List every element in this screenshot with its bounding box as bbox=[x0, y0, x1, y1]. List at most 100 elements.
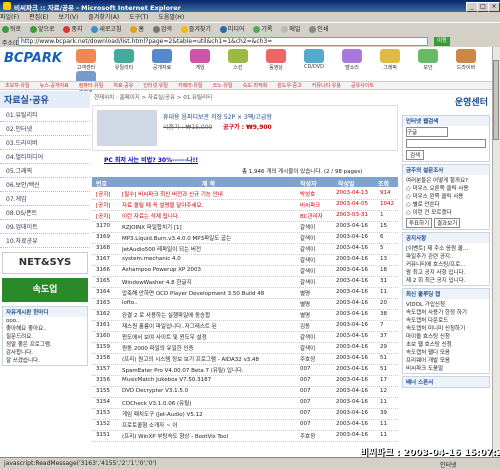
recommend-item[interactable]: VIDOL 가입신청 bbox=[406, 300, 486, 308]
notice-item[interactable]: [이벤트] 제 주소 응원 쿨... bbox=[406, 244, 486, 252]
search-input[interactable] bbox=[406, 139, 486, 148]
row-title[interactable]: MP3.Liquid.Burn.v3.4.0.0 MP3파일도 굽는 bbox=[122, 234, 294, 242]
row-title[interactable]: CDCheck V3.1.0.06 (유틸) bbox=[122, 399, 294, 407]
menu-file[interactable]: 파일(F) bbox=[0, 14, 19, 21]
result-button[interactable]: 결과보기 bbox=[434, 218, 461, 228]
nav-link[interactable]: 윈도우·중고 bbox=[277, 83, 302, 89]
row-title[interactable]: system.mechanic 4.0 bbox=[122, 256, 294, 262]
menu-help[interactable]: 도움말(H) bbox=[158, 14, 184, 21]
recommend-item[interactable]: 비씨파크 도움말 bbox=[406, 364, 486, 372]
left-menu-item[interactable]: 04.멀티미디어 bbox=[0, 150, 90, 164]
left-menu-item[interactable]: 03.드라이버 bbox=[0, 136, 90, 150]
menu-view[interactable]: 보기(V) bbox=[59, 14, 79, 21]
close-button[interactable]: × bbox=[488, 2, 500, 12]
left-menu-item[interactable]: 01.유틸리티 bbox=[0, 108, 90, 122]
free-board-item[interactable]: 감사합니다. bbox=[6, 348, 84, 356]
category-item[interactable]: 고객센터 bbox=[68, 49, 104, 71]
search-engine-select[interactable]: 구글 bbox=[406, 127, 448, 137]
row-title[interactable]: 원동 2000 파일의 유일한 인증 bbox=[122, 344, 294, 352]
poll-option[interactable]: ○ 마우스 오른쪽 클릭 사용 bbox=[406, 184, 486, 192]
row-title[interactable]: 압축해 안하면 OCD Player Development 3.50 Buil… bbox=[122, 289, 294, 297]
recommend-item[interactable]: 속도캡처 다운로드 bbox=[406, 316, 486, 324]
category-item[interactable]: 드라이버 bbox=[448, 49, 484, 71]
category-item[interactable]: CD/DVD bbox=[296, 49, 332, 70]
promo-link[interactable]: PC 최저 사는 비법? 30%------나!! bbox=[104, 155, 198, 164]
go-button[interactable]: 이동 bbox=[434, 37, 450, 46]
back-button[interactable]: 뒤로 bbox=[0, 25, 23, 34]
menu-tools[interactable]: 도구(T) bbox=[129, 14, 148, 21]
notice-item[interactable]: 파일추가 관련 공지.. bbox=[406, 252, 486, 260]
nav-link[interactable]: 공유사이트 bbox=[351, 83, 374, 89]
row-title[interactable]: SpamEater Pro V4.00.07 Beta 7 (유틸) 입니다. bbox=[122, 366, 294, 374]
free-board-item[interactable]: 정말 좋은 프로그램. bbox=[6, 340, 84, 348]
address-input[interactable]: http://www.bcpark.net/download/list.html… bbox=[18, 37, 428, 46]
row-title[interactable]: WindowWasher 4.8 한글지 bbox=[122, 278, 294, 286]
left-menu-item[interactable]: 02.인터넷 bbox=[0, 122, 90, 136]
home-button[interactable]: 홈 bbox=[128, 25, 146, 34]
notice-item[interactable]: 커뮤니티에 호스팅/프로... bbox=[406, 260, 486, 268]
row-title[interactable]: RZJOINX 파일합치기 [1] bbox=[122, 223, 294, 231]
row-title[interactable]: 윈도에서 보여 사이트 및 윈도우 설정 bbox=[122, 333, 294, 341]
nav-link[interactable]: 인터넷·유틸 bbox=[143, 83, 168, 89]
left-menu-item[interactable]: 06.보안/백신 bbox=[0, 178, 90, 192]
table-row[interactable]: 3151 (프리) WinXP 부팅속도 향상 - BootVis Tool 주호정… bbox=[92, 430, 398, 442]
netsys-banner[interactable]: NET&SYS bbox=[2, 252, 88, 274]
menu-favorites[interactable]: 즐겨찾기(A) bbox=[88, 14, 119, 21]
promo-box[interactable]: 휴대용 음파디보관 저장 52P × 3팩/고급형 시중가 : ₩15,000 … bbox=[92, 105, 398, 151]
row-title[interactable]: MusicMatch Jukebox V7.50.3187 bbox=[122, 377, 294, 383]
category-item[interactable]: 보안 bbox=[410, 49, 446, 71]
nav-link[interactable]: 카메라·유틸 bbox=[178, 83, 203, 89]
category-item[interactable]: 게임 bbox=[182, 49, 218, 71]
category-item[interactable]: 스킨 bbox=[220, 49, 256, 71]
notice-item[interactable]: 왕 최고 공지 사항 입니다. bbox=[406, 268, 486, 276]
refresh-button[interactable]: 새로고침 bbox=[89, 25, 123, 34]
vote-button[interactable]: 투표하기 bbox=[406, 218, 433, 228]
mail-button[interactable]: 메일 bbox=[279, 25, 302, 34]
print-button[interactable]: 인쇄 bbox=[307, 25, 330, 34]
scrollbar-thumb[interactable] bbox=[493, 60, 499, 140]
history-button[interactable]: 기록 bbox=[251, 25, 274, 34]
search-button[interactable]: 검색 bbox=[151, 25, 174, 34]
row-title[interactable]: JetAudio500 레파일이 되는 버전 bbox=[122, 245, 294, 253]
left-menu-item[interactable]: 05.그래픽 bbox=[0, 164, 90, 178]
row-title[interactable]: 자료 올릴 때 꼭 설명을 달아주세요. bbox=[122, 201, 294, 209]
poll-option[interactable]: ○ 이런 건 모르겠다 bbox=[406, 208, 486, 216]
category-item[interactable]: 벨소리 bbox=[334, 49, 370, 71]
window-titlebar[interactable]: 비씨파크 :: 자료/공유 - Microsoft Internet Explo… bbox=[0, 0, 500, 12]
recommend-item[interactable]: 속도캡처 미니미 신청하기 bbox=[406, 324, 486, 332]
nav-link[interactable]: 뉴스·공개자료 bbox=[40, 83, 69, 89]
left-menu-item[interactable]: 09.업데이트 bbox=[0, 220, 90, 234]
favorites-button[interactable]: 즐겨찾기 bbox=[179, 25, 213, 34]
row-title[interactable]: DVD Decrypter V3.1.5.0 bbox=[122, 388, 294, 394]
recommend-item[interactable]: 속도캡처 사용기 한정 하기 bbox=[406, 308, 486, 316]
row-title[interactable]: (프리) WinXP 부팅속도 향상 - BootVis Tool bbox=[122, 432, 294, 440]
free-board-item[interactable]: 좋아해요 좋아요.. bbox=[6, 324, 84, 332]
nav-link[interactable]: 쏘노·유틸 bbox=[213, 83, 233, 89]
forward-button[interactable]: 앞으로 bbox=[28, 25, 57, 34]
recommend-item[interactable]: 초보 웹 호스팅 신청 bbox=[406, 340, 486, 348]
stop-button[interactable]: 중지 bbox=[61, 25, 84, 34]
row-title[interactable]: Ashampoo Powerup XP 2003 bbox=[122, 267, 294, 273]
nav-link[interactable]: 초보자·유틸 bbox=[5, 83, 30, 89]
media-button[interactable]: 미디어 bbox=[218, 25, 247, 34]
row-title[interactable]: 게임 패치도구 (Jet-Audio) V5.12 bbox=[122, 410, 294, 418]
nav-link[interactable]: 자료·공유 bbox=[113, 83, 133, 89]
left-menu-item[interactable]: 08.OS/폰트 bbox=[0, 206, 90, 220]
row-title[interactable]: (프리) 원고의 시스템 정보 보기 프로그램 - AIDA32 v3.48 bbox=[122, 355, 294, 363]
recommend-item[interactable]: 프리웨어 개발 모음 bbox=[406, 356, 486, 364]
poll-option[interactable]: ○ 마우스 왼쪽 클릭 사용 bbox=[406, 192, 486, 200]
search-submit-button[interactable]: 검색 bbox=[406, 150, 425, 160]
category-item[interactable]: 동영상 bbox=[258, 49, 294, 71]
recommend-item[interactable]: 속도캡처 웹디 모음 bbox=[406, 348, 486, 356]
recommend-item[interactable]: 마이올 호스팅 신청 bbox=[406, 332, 486, 340]
category-item[interactable]: 공개자료 bbox=[144, 49, 180, 71]
left-menu-item[interactable]: 07.게임 bbox=[0, 192, 90, 206]
free-board-item[interactable]: 잘 쓰겠습니다. bbox=[6, 356, 84, 364]
poll-option[interactable]: ○ 별로 안쓴다 bbox=[406, 200, 486, 208]
site-logo[interactable]: BCPARK bbox=[4, 51, 64, 77]
row-title[interactable]: 재스원 훌륭이 파일입니다..자그레스트 된 bbox=[122, 322, 294, 330]
row-title[interactable]: [필수] 비씨파크 최신 버전과 신규 기능 안내 bbox=[122, 190, 294, 198]
category-item[interactable]: 유틸리티 bbox=[106, 49, 142, 71]
left-menu-item[interactable]: 10.자료공유 bbox=[0, 234, 90, 248]
row-title[interactable]: lofto.. bbox=[122, 300, 294, 306]
